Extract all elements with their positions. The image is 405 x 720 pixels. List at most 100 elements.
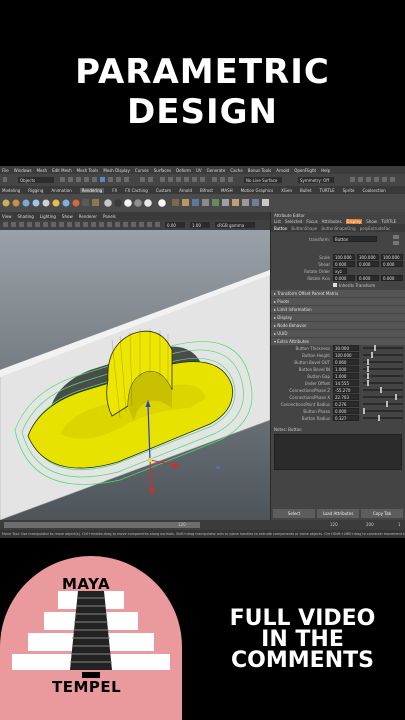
attr-slider-knob[interactable] bbox=[367, 373, 369, 379]
attr-value-field[interactable]: 0.327 bbox=[333, 415, 359, 421]
menu-generate[interactable]: Generate bbox=[207, 168, 226, 173]
section-pivots[interactable]: Pivots bbox=[271, 298, 405, 305]
transform-name-field[interactable]: Button bbox=[333, 236, 377, 242]
shelf-tab-animation[interactable]: Animation bbox=[51, 188, 71, 193]
attr-slider-knob[interactable] bbox=[386, 401, 388, 407]
panel-menu-lighting[interactable]: Lighting bbox=[40, 214, 56, 219]
anim-end-field[interactable]: 200 bbox=[366, 522, 374, 527]
shelf-tab-rendering[interactable]: Rendering bbox=[79, 188, 105, 193]
menu-surfaces[interactable]: Surfaces bbox=[154, 168, 171, 173]
shelf-tab-bullet[interactable]: Bullet bbox=[300, 188, 312, 193]
attr-field[interactable]: 0.000 bbox=[381, 275, 403, 281]
section-limit-information[interactable]: Limit Information bbox=[271, 306, 405, 313]
menu-mesh-display[interactable]: Mesh Display bbox=[103, 168, 130, 173]
section-uuid[interactable]: UUID bbox=[271, 330, 405, 337]
menu-uv[interactable]: UV bbox=[196, 168, 202, 173]
attr-slider[interactable] bbox=[363, 352, 403, 358]
live-surface-field[interactable]: No Live Surface bbox=[246, 178, 277, 183]
attr-value-field[interactable]: -55.270 bbox=[333, 387, 359, 393]
attr-value-field[interactable]: 22.703 bbox=[333, 394, 359, 400]
section-node-behavior[interactable]: Node Behavior bbox=[271, 322, 405, 329]
shelf-tab-xgen[interactable]: XGen bbox=[281, 188, 292, 193]
shelf-tab-fx[interactable]: FX bbox=[112, 188, 117, 193]
ae-menu-list[interactable]: List bbox=[274, 219, 281, 224]
attr-slider[interactable] bbox=[363, 401, 403, 407]
attr-slider-knob[interactable] bbox=[378, 415, 380, 421]
shelf-tab-turtle[interactable]: TURTLE bbox=[320, 188, 335, 193]
shelf-tab-coolsection[interactable]: Coolsection bbox=[362, 188, 385, 193]
menu-help[interactable]: Help bbox=[321, 168, 330, 173]
attr-value-field[interactable]: 0.060 bbox=[333, 359, 359, 365]
attr-value-field[interactable]: 100.000 bbox=[333, 352, 359, 358]
attr-slider[interactable] bbox=[363, 408, 403, 414]
current-frame-field[interactable]: 1 bbox=[398, 522, 401, 527]
shelf-tool-icons[interactable] bbox=[2, 199, 270, 207]
load-attributes-button[interactable]: Load Attributes bbox=[317, 509, 359, 518]
ae-menu-focus[interactable]: Focus bbox=[306, 219, 317, 224]
menu-bonus-tools[interactable]: Bonus Tools bbox=[248, 168, 271, 173]
panel-menu-shading[interactable]: Shading bbox=[18, 214, 34, 219]
attr-field[interactable]: 0.000 bbox=[333, 275, 355, 281]
attr-field[interactable]: 0.000 bbox=[357, 261, 379, 267]
shelf-tab-bifrost[interactable]: Bifrost bbox=[200, 188, 213, 193]
attr-value-field[interactable]: 0.276 bbox=[333, 401, 359, 407]
attr-slider[interactable] bbox=[363, 394, 403, 400]
gamma-field[interactable]: 1.00 bbox=[192, 223, 201, 228]
colorspace-dropdown[interactable]: sRGB gamma bbox=[217, 223, 244, 228]
menu-arnold[interactable]: Arnold bbox=[276, 168, 289, 173]
shelf-tab-custom[interactable]: Custom bbox=[156, 188, 171, 193]
inherits-transform-checkbox[interactable] bbox=[333, 283, 337, 287]
attr-value-field[interactable]: 30.000 bbox=[333, 345, 359, 351]
menu-curves[interactable]: Curves bbox=[135, 168, 149, 173]
attr-slider[interactable] bbox=[363, 380, 403, 386]
section-transform-offset-parent-matrix[interactable]: Transform Offset Parent Matrix bbox=[271, 290, 405, 297]
ae-menu-show[interactable]: Show bbox=[366, 219, 377, 224]
ae-menu-selected[interactable]: Selected bbox=[285, 219, 302, 224]
attr-slider[interactable] bbox=[363, 366, 403, 372]
extra-attributes-header[interactable]: Extra Attributes bbox=[271, 338, 405, 345]
shelf-tab-arnold[interactable]: Arnold bbox=[179, 188, 192, 193]
range-start-field[interactable]: 120 bbox=[178, 522, 186, 527]
attr-field[interactable]: 300.000 bbox=[357, 254, 379, 260]
attr-field[interactable]: 0.000 bbox=[357, 275, 379, 281]
attr-slider-knob[interactable] bbox=[367, 380, 369, 386]
attr-slider[interactable] bbox=[363, 345, 403, 351]
copy-tab-button[interactable]: Copy Tab bbox=[361, 509, 403, 518]
menu-openflight[interactable]: OpenFlight bbox=[294, 168, 316, 173]
menu-mesh[interactable]: Mesh bbox=[37, 168, 48, 173]
panel-menu-show[interactable]: Show bbox=[62, 214, 73, 219]
attr-slider-knob[interactable] bbox=[374, 345, 376, 351]
attr-value-field[interactable]: 0.000 bbox=[333, 408, 359, 414]
panel-menu-view[interactable]: View bbox=[2, 214, 12, 219]
section-display[interactable]: Display bbox=[271, 314, 405, 321]
objects-dropdown[interactable]: Objects bbox=[20, 178, 35, 183]
menu-cache[interactable]: Cache bbox=[230, 168, 242, 173]
notes-field[interactable] bbox=[274, 434, 402, 470]
symmetry-dropdown[interactable]: Symmetry: Off bbox=[300, 178, 329, 183]
time-range-bar[interactable]: 120 120 200 1 bbox=[0, 520, 405, 530]
attr-value-field[interactable]: 1.000 bbox=[333, 373, 359, 379]
attr-field[interactable]: 0.000 bbox=[381, 261, 403, 267]
select-button[interactable]: Select bbox=[273, 509, 315, 518]
status-line-icons[interactable] bbox=[0, 174, 405, 186]
attr-slider[interactable] bbox=[363, 359, 403, 365]
attr-slider-knob[interactable] bbox=[367, 366, 369, 372]
attr-field[interactable]: 100.000 bbox=[333, 254, 355, 260]
range-end-field[interactable]: 120 bbox=[330, 522, 338, 527]
panel-menu-renderer[interactable]: Renderer bbox=[79, 214, 97, 219]
shelf-tab-motion-graphics[interactable]: Motion Graphics bbox=[241, 188, 274, 193]
ae-tab-buttonshape[interactable]: ButtonShape bbox=[291, 226, 317, 231]
locator-marker[interactable] bbox=[216, 466, 220, 469]
menu-edit-mesh[interactable]: Edit Mesh bbox=[52, 168, 72, 173]
exposure-field[interactable]: 0.00 bbox=[167, 223, 176, 228]
ae-tab-polyextrudefac[interactable]: polyExtrudeFac bbox=[360, 226, 391, 231]
attr-slider-knob[interactable] bbox=[363, 408, 365, 414]
attr-field[interactable]: xyz bbox=[333, 268, 347, 274]
presets-icon[interactable] bbox=[393, 241, 399, 245]
focus-icon[interactable] bbox=[393, 235, 399, 239]
attr-slider-knob[interactable] bbox=[395, 394, 397, 400]
shelf-tab-sprite[interactable]: Sprite bbox=[343, 188, 355, 193]
shelf-tab-fx-caching[interactable]: FX Caching bbox=[125, 188, 147, 193]
attr-slider-knob[interactable] bbox=[380, 387, 382, 393]
attr-slider-knob[interactable] bbox=[367, 359, 369, 365]
